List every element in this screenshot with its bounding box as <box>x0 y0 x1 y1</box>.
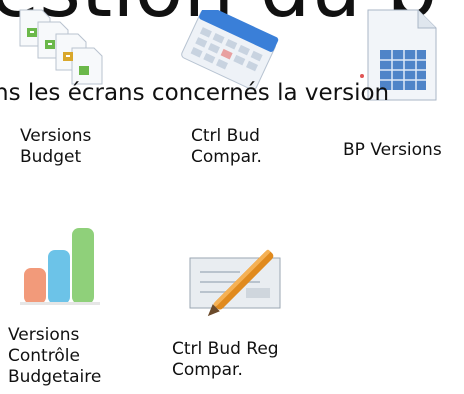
stacked-documents-icon <box>19 9 103 85</box>
ctrl-bud-compar-label: Ctrl Bud Compar. <box>191 126 262 167</box>
bar-chart-icon <box>20 228 100 305</box>
versions-controle-budgetaire-label: Versions Contrôle Budgetaire <box>8 325 102 387</box>
check-and-pen-icon <box>189 249 281 317</box>
page-subtitle: ns les écrans concernés la version <box>0 80 390 106</box>
ctrl-bud-reg-compar-label: Ctrl Bud Reg Compar. <box>172 339 279 380</box>
bp-versions-label: BP Versions <box>343 140 442 160</box>
versions-budget-label: Versions Budget <box>20 126 92 167</box>
